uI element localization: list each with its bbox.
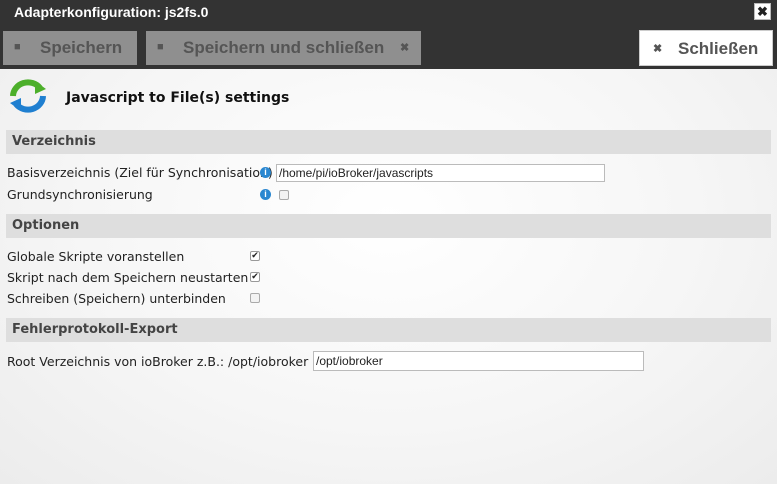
root-verzeichnis-label: Root Verzeichnis von ioBroker z.B.: /opt… xyxy=(7,354,309,369)
info-icon[interactable]: i xyxy=(260,167,271,178)
neustarten-label: Skript nach dem Speichern neustarten xyxy=(7,270,249,285)
x-icon: ✖ xyxy=(653,43,663,55)
toolbar: ■ Speichern ■ Speichern und schließen ✖ … xyxy=(0,25,777,69)
floppy-disk-icon: ■ xyxy=(157,41,164,53)
floppy-disk-icon: ■ xyxy=(14,41,21,53)
save-and-close-button-label: Speichern und schließen xyxy=(183,38,385,57)
grundsync-label: Grundsynchronisierung xyxy=(7,187,153,202)
dialog-close-button[interactable]: ✖ xyxy=(754,3,771,20)
dialog-titlebar: Adapterkonfiguration: js2fs.0 ✖ xyxy=(0,0,777,25)
neustarten-checkbox[interactable]: ✔ xyxy=(250,272,260,282)
dialog-title: Adapterkonfiguration: js2fs.0 xyxy=(14,4,209,20)
info-icon[interactable]: i xyxy=(260,189,271,200)
x-icon: ✖ xyxy=(400,42,410,54)
close-button[interactable]: ✖ Schließen xyxy=(639,30,773,66)
schreiben-label: Schreiben (Speichern) unterbinden xyxy=(7,291,226,306)
save-button[interactable]: ■ Speichern xyxy=(3,31,137,65)
section-optionen: Optionen xyxy=(6,214,771,238)
close-button-label: Schließen xyxy=(678,39,759,58)
save-button-label: Speichern xyxy=(40,38,123,57)
grundsync-checkbox[interactable] xyxy=(279,190,289,200)
globale-skripte-checkbox[interactable]: ✔ xyxy=(250,251,260,261)
basisverzeichnis-label: Basisverzeichnis (Ziel für Synchronisati… xyxy=(7,165,273,180)
schreiben-checkbox[interactable] xyxy=(250,293,260,303)
page-title: Javascript to File(s) settings xyxy=(66,90,290,106)
section-fehlerprotokoll: Fehlerprotokoll-Export xyxy=(6,318,771,342)
basisverzeichnis-input[interactable]: /home/pi/ioBroker/javascripts xyxy=(276,164,605,182)
sync-arrows-icon xyxy=(10,79,46,113)
section-verzeichnis: Verzeichnis xyxy=(6,130,771,154)
globale-skripte-label: Globale Skripte voranstellen xyxy=(7,249,185,264)
root-verzeichnis-input[interactable]: /opt/iobroker xyxy=(313,351,644,371)
save-and-close-button[interactable]: ■ Speichern und schließen ✖ xyxy=(146,31,421,65)
